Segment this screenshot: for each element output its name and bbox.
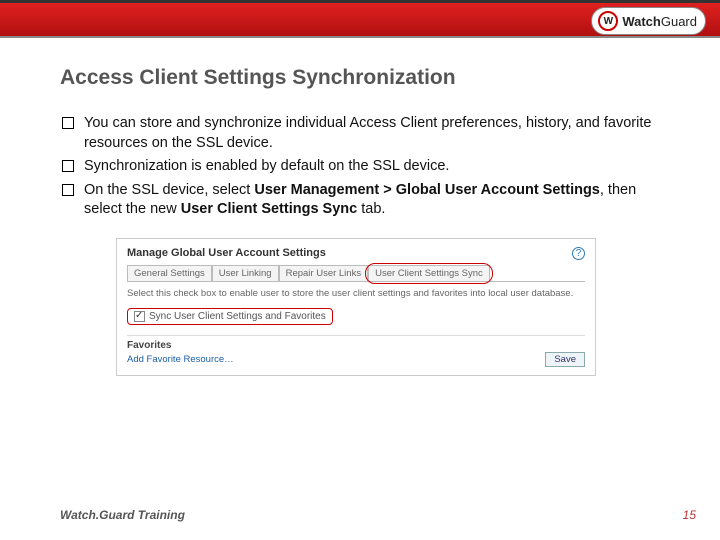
page-number: 15: [683, 508, 696, 522]
logo-mark: W: [598, 11, 618, 31]
panel-description: Select this check box to enable user to …: [127, 288, 585, 300]
save-button[interactable]: Save: [545, 352, 585, 367]
logo-text-second: Guard: [661, 14, 697, 29]
bullet-text: tab.: [357, 201, 385, 217]
bullet-text: Synchronization is enabled by default on…: [84, 158, 449, 174]
help-icon[interactable]: ?: [572, 247, 585, 260]
tab-user-client-settings-sync[interactable]: User Client Settings Sync: [368, 265, 490, 281]
favorites-heading: Favorites: [127, 335, 585, 351]
bullet-item: You can store and synchronize individual…: [60, 114, 660, 153]
embedded-screenshot: ? Manage Global User Account Settings Ge…: [116, 238, 596, 376]
sync-checkbox-row[interactable]: Sync User Client Settings and Favorites: [127, 308, 333, 325]
bullet-bold: User Client Settings Sync: [181, 201, 357, 217]
tab-general-settings[interactable]: General Settings: [127, 265, 212, 281]
logo-text: WatchGuard: [622, 14, 697, 29]
bullet-list: You can store and synchronize individual…: [60, 114, 660, 220]
checkbox-icon[interactable]: [134, 311, 145, 322]
bullet-item: On the SSL device, select User Managemen…: [60, 181, 660, 220]
tab-repair-user-links[interactable]: Repair User Links: [279, 265, 369, 281]
tab-strip: General Settings User Linking Repair Use…: [127, 265, 585, 282]
checkbox-label: Sync User Client Settings and Favorites: [149, 311, 326, 322]
bullet-bold: User Management > Global User Account Se…: [254, 182, 600, 198]
slide-title: Access Client Settings Synchronization: [60, 66, 660, 90]
tab-user-linking[interactable]: User Linking: [212, 265, 279, 281]
slide-content: Access Client Settings Synchronization Y…: [0, 38, 720, 376]
bullet-text: You can store and synchronize individual…: [84, 115, 651, 151]
bullet-item: Synchronization is enabled by default on…: [60, 157, 660, 177]
header-bar: W WatchGuard: [0, 0, 720, 38]
add-favorite-link[interactable]: Add Favorite Resource…: [127, 354, 585, 365]
footer-text: Watch.Guard Training: [60, 508, 185, 522]
panel-heading: Manage Global User Account Settings: [127, 247, 585, 259]
logo-text-first: Watch: [622, 14, 661, 29]
bullet-text: On the SSL device, select: [84, 182, 254, 198]
brand-logo: W WatchGuard: [591, 7, 706, 35]
